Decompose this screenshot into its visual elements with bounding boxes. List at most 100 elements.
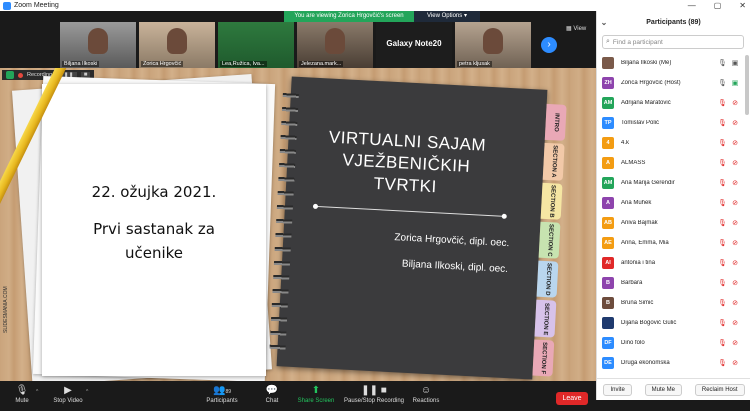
microphone-muted-icon[interactable]: 🎙 bbox=[718, 99, 727, 107]
avatar: DE bbox=[602, 357, 614, 369]
video-off-icon[interactable]: ⊘ bbox=[731, 179, 739, 187]
video-on-icon[interactable]: ▣ bbox=[731, 79, 739, 87]
microphone-icon[interactable]: 🎙 bbox=[718, 79, 727, 87]
participant-row[interactable]: AM Adrijana Maratović 🎙 ⊘ bbox=[597, 93, 745, 113]
participant-status-icons: 🎙 ⊘ bbox=[718, 179, 739, 187]
participant-name: Biljana Ilkoski (Me) bbox=[621, 60, 672, 66]
microphone-muted-icon[interactable]: 🎙 bbox=[718, 359, 727, 367]
view-banner: You are viewing Zorica Hrgovčić's screen… bbox=[284, 11, 480, 22]
participant-row[interactable]: AI antonia i tina 🎙 ⊘ bbox=[597, 253, 745, 273]
slide-subtitle-line2: učenike bbox=[124, 244, 184, 262]
window-controls: — ▢ ✕ bbox=[688, 0, 746, 11]
video-off-icon[interactable]: ⊘ bbox=[731, 359, 739, 367]
video-tile[interactable]: Zorica Hrgovčić bbox=[139, 22, 215, 68]
video-off-icon[interactable]: ⊘ bbox=[731, 299, 739, 307]
video-options-chevron-icon[interactable]: ^ bbox=[86, 389, 88, 395]
reactions-button[interactable]: ☺ Reactions bbox=[396, 384, 456, 404]
reclaim-host-button[interactable]: Reclaim Host bbox=[694, 383, 745, 396]
participant-row[interactable]: Dijana Bogović Gulić 🎙 ⊘ bbox=[597, 313, 745, 333]
chat-label: Chat bbox=[265, 398, 279, 404]
microphone-muted-icon[interactable]: 🎙 bbox=[718, 179, 727, 187]
participant-row[interactable]: Biljana Ilkoski (Me) 🎙 ▣ bbox=[597, 53, 745, 73]
participant-row[interactable]: B Barbara 🎙 ⊘ bbox=[597, 273, 745, 293]
microphone-muted-icon[interactable]: 🎙 bbox=[718, 199, 727, 207]
microphone-muted-icon[interactable]: 🎙 bbox=[718, 339, 727, 347]
microphone-muted-icon[interactable]: 🎙 bbox=[718, 119, 727, 127]
microphone-icon[interactable]: 🎙 bbox=[718, 59, 727, 67]
participant-row[interactable]: A ALMASS 🎙 ⊘ bbox=[597, 153, 745, 173]
microphone-muted-icon[interactable]: 🎙 bbox=[718, 299, 727, 307]
avatar: B bbox=[602, 277, 614, 289]
participant-row[interactable]: TP Tomislav Polić 🎙 ⊘ bbox=[597, 113, 745, 133]
invite-button[interactable]: Invite bbox=[603, 383, 632, 396]
participant-row[interactable]: B Bruna Šimić 🎙 ⊘ bbox=[597, 293, 745, 313]
view-options-button[interactable]: View Options ▾ bbox=[414, 11, 480, 22]
video-off-icon[interactable]: ⊘ bbox=[731, 119, 739, 127]
participant-row[interactable]: A Ana Muhek 🎙 ⊘ bbox=[597, 193, 745, 213]
microphone-muted-icon[interactable]: 🎙 bbox=[718, 279, 727, 287]
next-page-arrow-icon[interactable]: › bbox=[541, 37, 557, 53]
participant-name: Tomislav Polić bbox=[621, 120, 660, 126]
video-tile[interactable]: Biljana Ilkoski bbox=[60, 22, 136, 68]
video-off-icon[interactable]: ⊘ bbox=[731, 279, 739, 287]
close-icon[interactable]: ✕ bbox=[739, 0, 746, 11]
participant-list: Biljana Ilkoski (Me) 🎙 ▣ ZH Zorica Hrgovčić … bbox=[597, 53, 745, 373]
maximize-icon[interactable]: ▢ bbox=[714, 0, 722, 11]
participant-row[interactable]: AB Aniva Bajmak 🎙 ⊘ bbox=[597, 213, 745, 233]
mute-me-button[interactable]: Mute Me bbox=[644, 383, 682, 396]
video-tile[interactable]: petra kljusak bbox=[455, 22, 531, 68]
participant-row[interactable]: AM Ana Marija Gerenđir 🎙 ⊘ bbox=[597, 173, 745, 193]
video-off-icon[interactable]: ⊘ bbox=[731, 259, 739, 267]
microphone-muted-icon[interactable]: 🎙 bbox=[718, 319, 727, 327]
video-off-icon[interactable]: ⊘ bbox=[731, 99, 739, 107]
participant-search-input[interactable]: ⌕ Find a participant bbox=[602, 35, 744, 49]
video-off-icon[interactable]: ⊘ bbox=[731, 139, 739, 147]
slide-subtitle-line1: Prvi sastanak za bbox=[93, 220, 215, 238]
tab-section-e: SECTION E bbox=[534, 300, 557, 338]
video-off-icon[interactable]: ⊘ bbox=[731, 159, 739, 167]
video-off-icon[interactable]: ⊘ bbox=[731, 339, 739, 347]
participant-status-icons: 🎙 ⊘ bbox=[718, 299, 739, 307]
avatar: AM bbox=[602, 97, 614, 109]
tab-section-d: SECTION D bbox=[536, 260, 559, 299]
panel-scrollbar[interactable] bbox=[745, 55, 749, 115]
microphone-muted-icon[interactable]: 🎙 bbox=[718, 219, 727, 227]
microphone-muted-icon[interactable]: 🎙 bbox=[718, 159, 727, 167]
leave-button[interactable]: Leave bbox=[556, 392, 588, 405]
microphone-muted-icon[interactable]: 🎙 bbox=[718, 239, 727, 247]
video-tile-name: Galaxy Note20 bbox=[386, 39, 442, 48]
microphone-muted-icon[interactable]: 🎙 bbox=[718, 259, 727, 267]
video-off-icon[interactable]: ⊘ bbox=[731, 219, 739, 227]
video-tile[interactable]: Galaxy Note20 bbox=[376, 22, 452, 68]
participant-name: ALMASS bbox=[621, 160, 646, 166]
participant-row[interactable]: DF Dino folo 🎙 ⊘ bbox=[597, 333, 745, 353]
participant-name: Zorica Hrgovčić (Host) bbox=[621, 80, 681, 86]
video-off-icon[interactable]: ⊘ bbox=[731, 199, 739, 207]
avatar: TP bbox=[602, 117, 614, 129]
avatar bbox=[602, 317, 614, 329]
participant-face bbox=[483, 28, 503, 54]
video-off-icon[interactable]: ⊘ bbox=[731, 319, 739, 327]
participant-row[interactable]: DE Druga ekonomska 🎙 ⊘ bbox=[597, 353, 745, 373]
video-tile[interactable]: Lea,Ružica, Iva... bbox=[218, 22, 294, 68]
video-tile[interactable]: Jelezana.mark... bbox=[297, 22, 373, 68]
video-off-icon[interactable]: ⊘ bbox=[731, 239, 739, 247]
participant-row[interactable]: ZH Zorica Hrgovčić (Host) 🎙 ▣ bbox=[597, 73, 745, 93]
pause-recording-button[interactable]: ❚❚ ■ Pause/Stop Recording bbox=[344, 384, 404, 404]
video-camera-icon: ▶ bbox=[64, 385, 72, 396]
participant-row[interactable]: AE Anna, Emma, Mia 🎙 ⊘ bbox=[597, 233, 745, 253]
participant-row[interactable]: 4 4.k 🎙 ⊘ bbox=[597, 133, 745, 153]
participants-label: Participants bbox=[206, 398, 238, 404]
video-on-icon[interactable]: ▣ bbox=[731, 59, 739, 67]
microphone-muted-icon[interactable]: 🎙 bbox=[718, 139, 727, 147]
minimize-icon[interactable]: — bbox=[688, 0, 696, 11]
participant-status-icons: 🎙 ⊘ bbox=[718, 119, 739, 127]
gallery-view-label: View bbox=[573, 26, 587, 32]
gallery-view-button[interactable]: ▦ View bbox=[566, 25, 586, 32]
collapse-chevron-icon[interactable]: ⌄ bbox=[597, 18, 611, 27]
share-screen-button[interactable]: ⬆ Share Screen bbox=[286, 384, 346, 404]
avatar: A bbox=[602, 197, 614, 209]
tab-label: SECTION A bbox=[549, 145, 558, 179]
stop-video-button[interactable]: ▶ Stop Video bbox=[38, 384, 98, 404]
video-gallery-strip: Biljana Ilkoski Zorica Hrgovčić Lea,Ruži… bbox=[60, 22, 560, 68]
